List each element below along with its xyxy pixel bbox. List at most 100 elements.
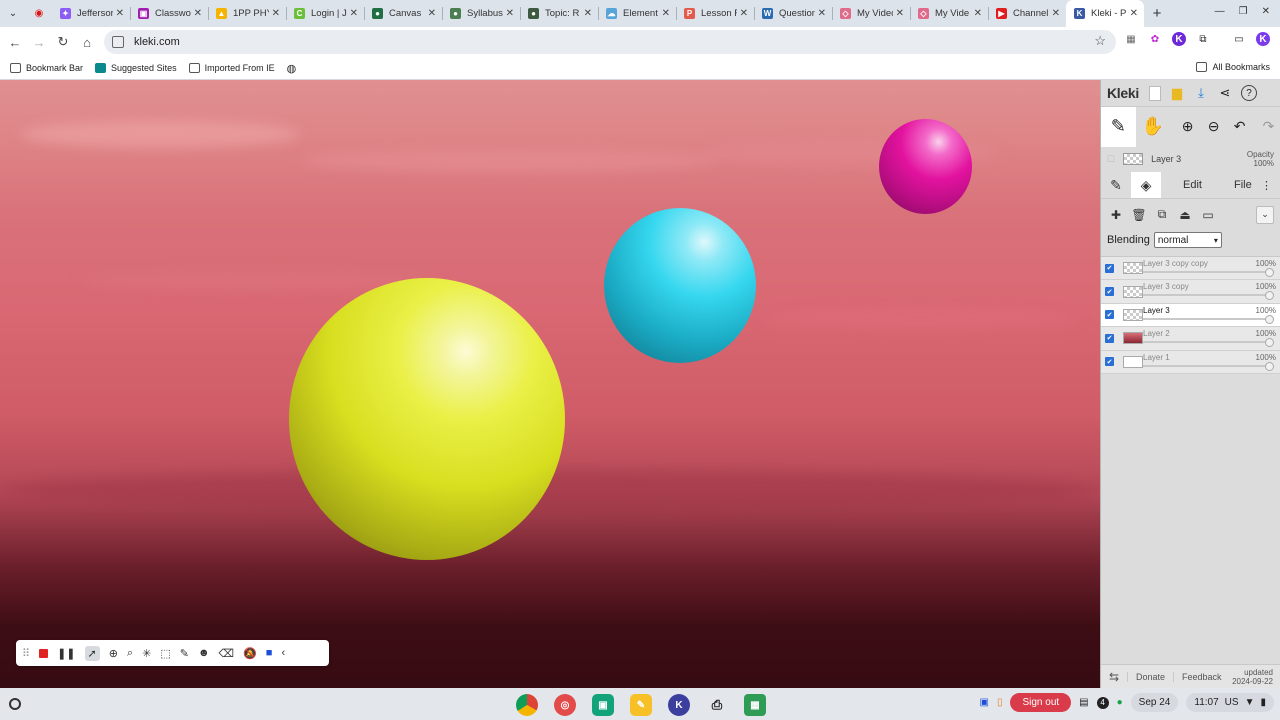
extension-icon[interactable]: ✿ xyxy=(1148,32,1162,46)
close-window-icon[interactable]: ✕ xyxy=(1262,6,1270,17)
clock-pill[interactable]: 11:07 US ▼ ▮ xyxy=(1186,693,1274,712)
delete-layer-button[interactable]: 🗑 xyxy=(1130,206,1148,224)
merge-layer-button[interactable]: ⏏ xyxy=(1176,206,1194,224)
back-icon[interactable]: ← xyxy=(3,35,27,50)
stop-record-button[interactable] xyxy=(39,648,49,658)
collapse-icon[interactable]: ‹ xyxy=(281,647,285,659)
layer-menu-dropdown[interactable]: ⌄ xyxy=(1256,205,1274,224)
add-layer-button[interactable]: ✚ xyxy=(1107,206,1125,224)
bookmark-item[interactable]: Imported From IE xyxy=(188,63,275,73)
browser-tab[interactable]: ● Syllabus ✕ xyxy=(442,0,520,27)
browser-tab[interactable]: ▲ 1PP PHY✕ xyxy=(208,0,286,27)
zoom-in-icon[interactable]: ⊕ xyxy=(109,647,118,660)
tab-close-icon[interactable]: ✕ xyxy=(974,8,982,19)
cast-icon[interactable]: ▭ xyxy=(1232,32,1246,46)
redo-button[interactable]: ↷ xyxy=(1257,107,1280,147)
layer-visibility-checkbox[interactable]: ✔ xyxy=(1105,287,1114,297)
keep-icon[interactable]: ✎ xyxy=(630,694,652,716)
drawing-canvas[interactable]: ⠿ ❚❚ ➚ ⊕ ⌕ ✳ ⬚ ✎ ☻ ⌫ 🔕 ■ ‹ xyxy=(0,80,1100,688)
layer-row[interactable]: ✔ Layer 1 100% xyxy=(1101,350,1280,374)
donate-link[interactable]: Donate xyxy=(1127,671,1173,682)
pointer-icon[interactable]: ➚ xyxy=(84,645,100,661)
share-icon[interactable]: ⋖ xyxy=(1217,85,1233,101)
layer-opacity-slider[interactable] xyxy=(1143,314,1274,324)
tab-edit[interactable]: Edit xyxy=(1183,179,1202,191)
tab-close-icon[interactable]: ✕ xyxy=(272,8,280,19)
tab-close-icon[interactable]: ✕ xyxy=(1052,8,1060,19)
browser-tab[interactable]: K Kleki - P ✕ xyxy=(1066,0,1144,27)
browser-tab[interactable]: ◇ My Vide ✕ xyxy=(910,0,988,27)
save-icon[interactable]: ▆ xyxy=(1169,85,1185,101)
classroom-app-icon[interactable]: ▦ xyxy=(744,694,766,716)
browser-tab[interactable]: ✦ Jeffersor ✕ xyxy=(52,0,130,27)
layer-row[interactable]: ✔ Layer 3 copy copy 100% xyxy=(1101,257,1280,281)
tab-close-icon[interactable]: ✕ xyxy=(1130,8,1138,19)
duplicate-layer-button[interactable]: ⧉ xyxy=(1153,206,1171,224)
browser-tab[interactable]: ● Topic: R ✕ xyxy=(520,0,598,27)
chrome-icon[interactable] xyxy=(516,694,538,716)
undo-button[interactable]: ↶ xyxy=(1222,107,1257,147)
layer-visibility-checkbox[interactable]: ✔ xyxy=(1105,263,1114,273)
tab-close-icon[interactable]: ✕ xyxy=(740,8,748,19)
all-bookmarks[interactable]: All Bookmarks xyxy=(1196,62,1270,72)
blending-select[interactable]: normal ▾ xyxy=(1153,232,1222,248)
zoom-icon[interactable]: ⌕ xyxy=(127,647,133,660)
emoji-icon[interactable]: ☻ xyxy=(198,647,210,659)
pause-icon[interactable]: ❚❚ xyxy=(57,647,75,660)
k-app-icon[interactable]: K xyxy=(668,694,690,716)
browser-tab[interactable]: ● Canvas ✕ xyxy=(364,0,442,27)
tote-icon[interactable]: ▤ xyxy=(1079,697,1088,708)
tab-close-icon[interactable]: ✕ xyxy=(116,8,124,19)
launcher-icon[interactable] xyxy=(9,698,21,710)
tab-close-icon[interactable]: ✕ xyxy=(350,8,358,19)
tab-close-icon[interactable]: ✕ xyxy=(194,8,202,19)
address-bar[interactable]: kleki.com ☆ xyxy=(104,30,1116,54)
classroom-icon[interactable]: ▣ xyxy=(592,694,614,716)
globe-icon[interactable]: ◍ xyxy=(287,62,297,75)
feedback-link[interactable]: Feedback xyxy=(1173,671,1230,682)
layer-opacity-slider[interactable] xyxy=(1143,338,1274,348)
layer-visibility-checkbox[interactable]: ✔ xyxy=(1105,357,1114,367)
pen-icon[interactable]: ✎ xyxy=(180,647,189,660)
sign-out-button[interactable]: Sign out xyxy=(1010,693,1072,712)
tab-close-icon[interactable]: ✕ xyxy=(662,8,670,19)
record-icon[interactable]: ◉ xyxy=(26,0,52,27)
browser-tab[interactable]: ◇ My Video ✕ xyxy=(832,0,910,27)
forward-icon[interactable]: → xyxy=(27,35,51,50)
new-tab-button[interactable]: + xyxy=(1144,0,1170,27)
minimize-icon[interactable]: — xyxy=(1215,6,1225,17)
layer-row[interactable]: ✔ Layer 3 copy 100% xyxy=(1101,280,1280,304)
browser-tab[interactable]: ▶ Channel ✕ xyxy=(988,0,1066,27)
browser-tab[interactable]: ▣ Classwo ✕ xyxy=(130,0,208,27)
zoom-in-tool[interactable]: ⊕ xyxy=(1170,107,1205,147)
art-app-icon[interactable]: ◎ xyxy=(554,694,576,716)
reload-icon[interactable]: ↻ xyxy=(51,34,75,50)
more-icon[interactable]: ⋮ xyxy=(1261,179,1272,192)
restore-icon[interactable]: ❐ xyxy=(1239,6,1248,17)
brush-tool[interactable]: ✎ xyxy=(1101,106,1136,147)
help-icon[interactable]: ? xyxy=(1240,85,1257,101)
browser-tab[interactable]: W Question ✕ xyxy=(754,0,832,27)
crop-icon[interactable]: ⬚ xyxy=(160,647,170,660)
puzzle-icon[interactable]: ⧉ xyxy=(1196,32,1210,46)
tab-file[interactable]: File xyxy=(1234,179,1252,191)
layer-visibility-checkbox[interactable]: ✔ xyxy=(1105,310,1114,320)
extension-icon[interactable]: ▦ xyxy=(1124,32,1138,46)
tray-app-icon[interactable]: ▯ xyxy=(997,697,1003,708)
date-pill[interactable]: Sep 24 xyxy=(1130,693,1179,712)
browser-tab[interactable]: P Lesson F ✕ xyxy=(676,0,754,27)
notification-count[interactable]: 4 xyxy=(1096,696,1109,709)
kleki-logo[interactable]: Kleki xyxy=(1107,85,1139,101)
tab-close-icon[interactable]: ✕ xyxy=(896,8,904,19)
tab-brush-settings[interactable]: ✎ xyxy=(1101,172,1131,198)
mute-icon[interactable]: 🔕 xyxy=(243,647,257,660)
eraser-icon[interactable]: ⌫ xyxy=(219,647,235,660)
tab-close-icon[interactable]: ✕ xyxy=(818,8,826,19)
bookmark-star-icon[interactable]: ☆ xyxy=(1094,33,1106,49)
profile-avatar[interactable]: K xyxy=(1256,32,1270,46)
rename-layer-button[interactable]: ▭ xyxy=(1199,206,1217,224)
drag-handle-icon[interactable]: ⠿ xyxy=(22,647,30,660)
bookmark-item[interactable]: Bookmark Bar xyxy=(10,63,83,73)
tab-close-icon[interactable]: ✕ xyxy=(506,8,514,19)
printer-icon[interactable]: ⎙ xyxy=(706,694,728,716)
